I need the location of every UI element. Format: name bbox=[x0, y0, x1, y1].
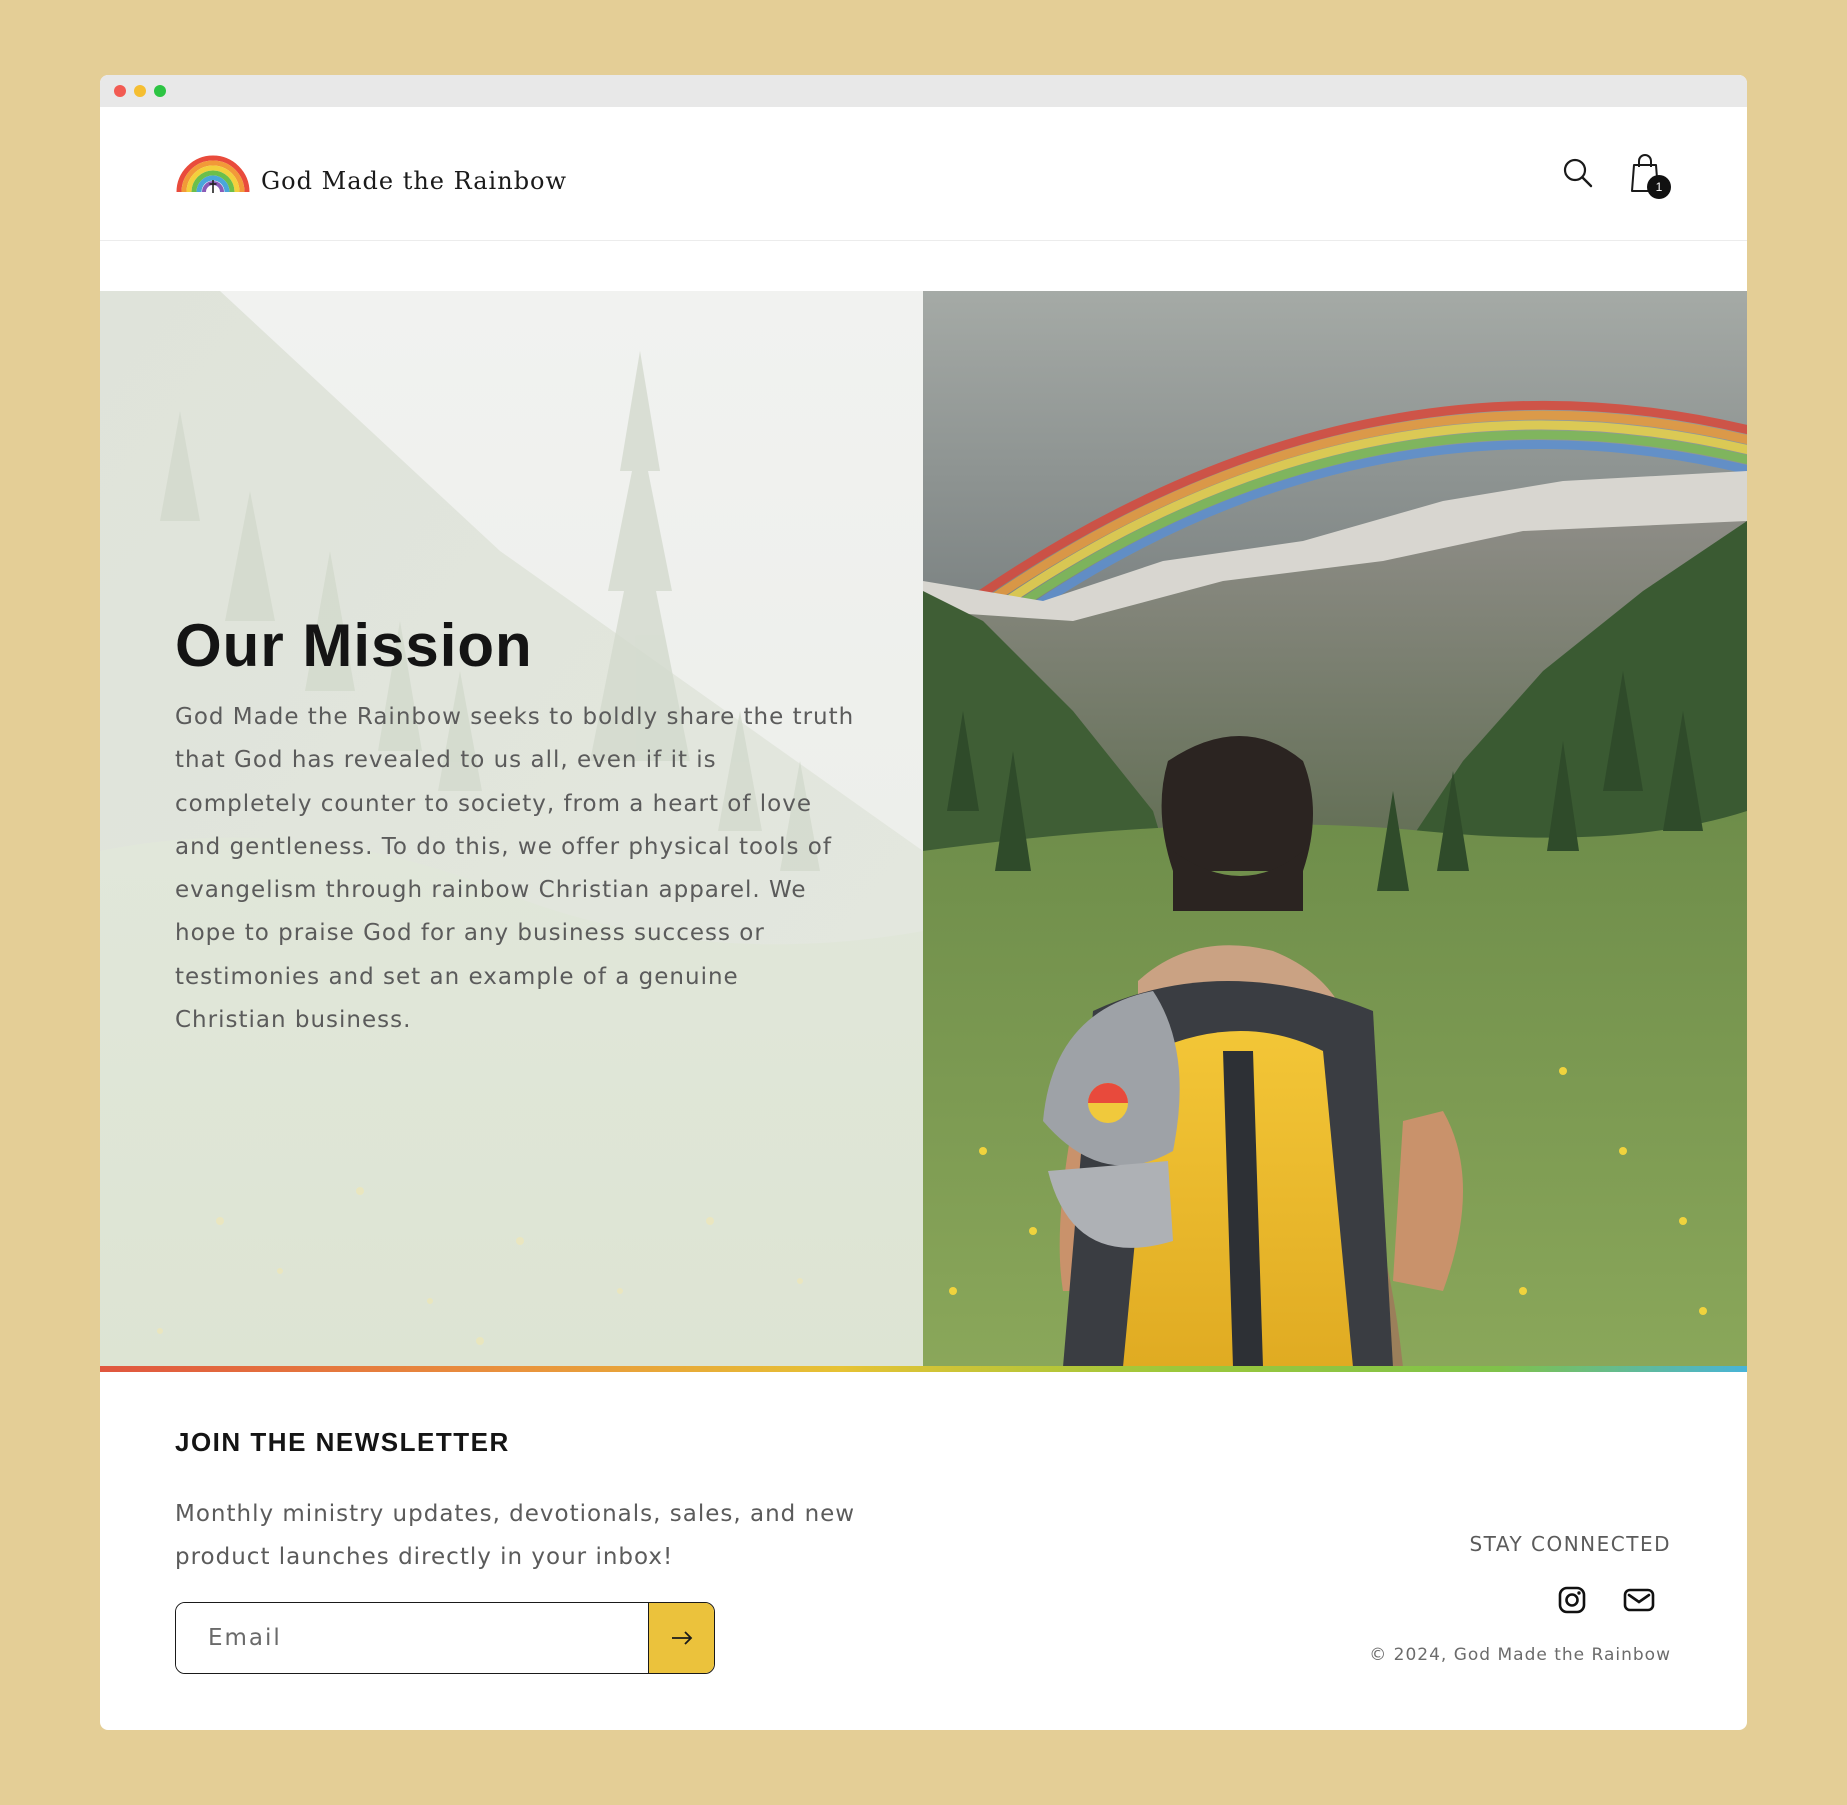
newsletter-submit-button[interactable] bbox=[648, 1603, 714, 1673]
site-header: God Made the Rainbow 1 bbox=[100, 107, 1747, 241]
window-titlebar bbox=[100, 75, 1747, 107]
newsletter-form bbox=[175, 1602, 715, 1674]
mail-icon bbox=[1623, 1588, 1655, 1612]
stay-connected-label: STAY CONNECTED bbox=[1469, 1532, 1671, 1556]
newsletter-title: JOIN THE NEWSLETTER bbox=[175, 1427, 510, 1457]
window-maximize-dot[interactable] bbox=[154, 85, 166, 97]
instagram-icon bbox=[1558, 1586, 1586, 1614]
site-name: God Made the Rainbow bbox=[261, 167, 568, 195]
search-button[interactable] bbox=[1560, 155, 1596, 191]
rainbow-cross-logo-icon bbox=[176, 155, 250, 193]
site-logo-link[interactable]: God Made the Rainbow bbox=[175, 147, 567, 195]
arrow-right-icon bbox=[671, 1631, 692, 1645]
mission-background-image: Our Mission God Made the Rainbow seeks t… bbox=[100, 291, 923, 1367]
cart-button[interactable]: 1 bbox=[1625, 151, 1671, 199]
window-close-dot[interactable] bbox=[114, 85, 126, 97]
cart-count-badge: 1 bbox=[1647, 175, 1671, 199]
hiker-rainbow-illustration bbox=[923, 291, 1747, 1367]
rainbow-divider bbox=[100, 1366, 1747, 1372]
copyright-text: © 2024, God Made the Rainbow bbox=[1369, 1645, 1671, 1665]
mission-section: Our Mission God Made the Rainbow seeks t… bbox=[100, 291, 1747, 1367]
browser-window: God Made the Rainbow 1 Our Mission God M… bbox=[100, 75, 1747, 1730]
mission-description: God Made the Rainbow seeks to boldly sha… bbox=[175, 704, 855, 1034]
email-input[interactable] bbox=[176, 1603, 648, 1673]
instagram-link[interactable] bbox=[1555, 1583, 1589, 1617]
window-minimize-dot[interactable] bbox=[134, 85, 146, 97]
hiker-rainbow-photo bbox=[923, 291, 1747, 1367]
mission-title: Our Mission bbox=[175, 612, 533, 679]
email-link[interactable] bbox=[1622, 1583, 1656, 1617]
search-icon bbox=[1563, 158, 1593, 188]
newsletter-description: Monthly ministry updates, devotionals, s… bbox=[175, 1501, 856, 1570]
